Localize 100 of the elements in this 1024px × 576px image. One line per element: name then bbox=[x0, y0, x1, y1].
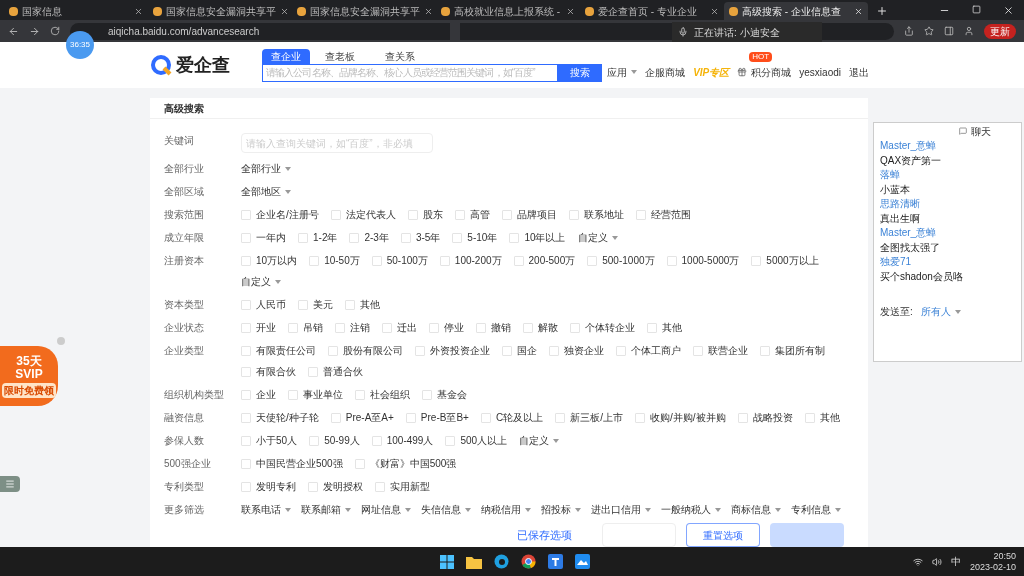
checkbox[interactable] bbox=[480, 412, 491, 423]
checkbox[interactable] bbox=[751, 255, 762, 266]
checkbox[interactable] bbox=[634, 412, 645, 423]
checkbox[interactable] bbox=[635, 209, 646, 220]
checkbox[interactable] bbox=[241, 255, 251, 266]
recipient-dropdown[interactable]: 所有人 bbox=[920, 304, 961, 319]
checkbox[interactable] bbox=[587, 255, 598, 266]
checkbox[interactable] bbox=[502, 345, 512, 356]
nav-link[interactable]: yesxiaodi bbox=[799, 64, 841, 80]
checkbox[interactable] bbox=[288, 322, 298, 333]
apps-menu[interactable]: 应用 bbox=[607, 64, 638, 80]
checkbox[interactable] bbox=[371, 255, 382, 266]
checkbox[interactable] bbox=[371, 435, 382, 446]
search-tab[interactable]: 查老板 bbox=[316, 48, 364, 64]
checkbox[interactable] bbox=[568, 209, 579, 220]
checkbox[interactable] bbox=[555, 412, 566, 423]
checkbox[interactable] bbox=[382, 322, 392, 333]
checkbox[interactable] bbox=[666, 255, 677, 266]
checkbox[interactable] bbox=[349, 232, 360, 243]
search-tab[interactable]: 查企业 bbox=[262, 48, 310, 64]
checkbox[interactable] bbox=[241, 232, 251, 243]
forward-icon[interactable] bbox=[29, 25, 40, 37]
nav-link[interactable]: 企服商城 bbox=[645, 64, 686, 80]
maximize-icon[interactable] bbox=[972, 5, 981, 14]
filter-dropdown[interactable]: 全部行业 bbox=[241, 161, 291, 176]
search-tab[interactable]: 查关系 bbox=[376, 48, 424, 64]
filter-dropdown[interactable]: 商标信息 bbox=[731, 502, 781, 517]
checkbox[interactable] bbox=[308, 366, 318, 377]
checkbox[interactable] bbox=[570, 322, 580, 333]
checkbox[interactable] bbox=[298, 232, 308, 243]
search-button[interactable]: 搜索 bbox=[558, 63, 602, 82]
checkbox[interactable] bbox=[647, 322, 657, 333]
checkbox[interactable] bbox=[549, 345, 559, 356]
filter-dropdown[interactable]: 纳税信用 bbox=[481, 502, 531, 517]
close-icon[interactable] bbox=[134, 6, 143, 16]
checkbox[interactable] bbox=[298, 299, 308, 310]
filter-dropdown[interactable]: 网址信息 bbox=[361, 502, 411, 517]
checkbox[interactable] bbox=[330, 412, 341, 423]
side-menu-button[interactable] bbox=[0, 476, 20, 492]
filter-dropdown[interactable]: 联系电话 bbox=[241, 502, 291, 517]
checkbox[interactable] bbox=[241, 435, 251, 446]
checkbox[interactable] bbox=[355, 389, 365, 400]
profile-icon[interactable] bbox=[964, 26, 974, 36]
checkbox[interactable] bbox=[422, 389, 432, 400]
close-icon[interactable] bbox=[424, 6, 433, 16]
checkbox[interactable] bbox=[400, 232, 411, 243]
volume-icon[interactable] bbox=[931, 556, 942, 567]
close-icon[interactable] bbox=[280, 6, 289, 16]
nav-link[interactable]: 退出 bbox=[849, 64, 869, 80]
reload-icon[interactable] bbox=[50, 26, 60, 36]
checkbox[interactable] bbox=[288, 389, 298, 400]
checkbox[interactable] bbox=[241, 299, 251, 310]
checkbox[interactable] bbox=[513, 255, 524, 266]
filter-dropdown[interactable]: 失信信息 bbox=[421, 502, 471, 517]
checkbox[interactable] bbox=[241, 209, 251, 220]
network-icon[interactable] bbox=[912, 556, 923, 567]
close-icon[interactable] bbox=[854, 6, 863, 16]
checkbox[interactable] bbox=[345, 299, 355, 310]
checkbox[interactable] bbox=[241, 412, 251, 423]
checkbox[interactable] bbox=[241, 345, 251, 356]
checkbox[interactable] bbox=[501, 209, 512, 220]
checkbox[interactable] bbox=[308, 481, 318, 492]
folder-icon[interactable] bbox=[466, 554, 482, 569]
checkbox[interactable] bbox=[415, 345, 425, 356]
close-icon[interactable] bbox=[566, 6, 575, 16]
checkbox[interactable] bbox=[476, 322, 486, 333]
search-results-button[interactable] bbox=[770, 523, 844, 547]
checkbox[interactable] bbox=[523, 322, 533, 333]
close-icon[interactable] bbox=[1003, 5, 1014, 16]
checkbox[interactable] bbox=[241, 458, 251, 469]
side-panel-icon[interactable] bbox=[944, 26, 954, 36]
bookmark-icon[interactable] bbox=[924, 26, 934, 36]
browser-tab[interactable]: 高级搜索 - 企业信息查 bbox=[724, 2, 868, 20]
checkbox[interactable] bbox=[375, 481, 385, 492]
reset-button[interactable]: 重置选项 bbox=[686, 523, 760, 547]
input-method[interactable]: 中 bbox=[950, 554, 961, 569]
site-logo[interactable]: 爱企查 bbox=[176, 51, 230, 79]
checkbox[interactable] bbox=[445, 435, 456, 446]
checkbox[interactable] bbox=[804, 412, 815, 423]
filter-dropdown[interactable]: 全部地区 bbox=[241, 184, 291, 199]
filter-dropdown[interactable]: 联系邮箱 bbox=[301, 502, 351, 517]
checkbox[interactable] bbox=[407, 209, 418, 220]
save-filter-button[interactable] bbox=[602, 523, 676, 547]
checkbox[interactable] bbox=[452, 232, 463, 243]
filter-dropdown[interactable]: 专利信息 bbox=[791, 502, 841, 517]
custom-dropdown[interactable]: 自定义 bbox=[519, 433, 560, 448]
checkbox[interactable] bbox=[616, 345, 626, 356]
checkbox[interactable] bbox=[693, 345, 703, 356]
checkbox[interactable] bbox=[454, 209, 465, 220]
filter-dropdown[interactable]: 一般纳税人 bbox=[661, 502, 721, 517]
checkbox[interactable] bbox=[241, 366, 251, 377]
checkbox[interactable] bbox=[429, 322, 439, 333]
browser-tab[interactable]: 高校就业信息上报系统 - bbox=[436, 2, 580, 20]
app-icon[interactable] bbox=[548, 554, 563, 569]
checkbox[interactable] bbox=[760, 345, 770, 356]
svip-promo[interactable]: 35天 SVIP 限时免费领 bbox=[0, 346, 58, 406]
checkbox[interactable] bbox=[328, 345, 338, 356]
chrome-icon[interactable] bbox=[521, 554, 536, 569]
checkbox[interactable] bbox=[335, 322, 345, 333]
checkbox[interactable] bbox=[737, 412, 748, 423]
